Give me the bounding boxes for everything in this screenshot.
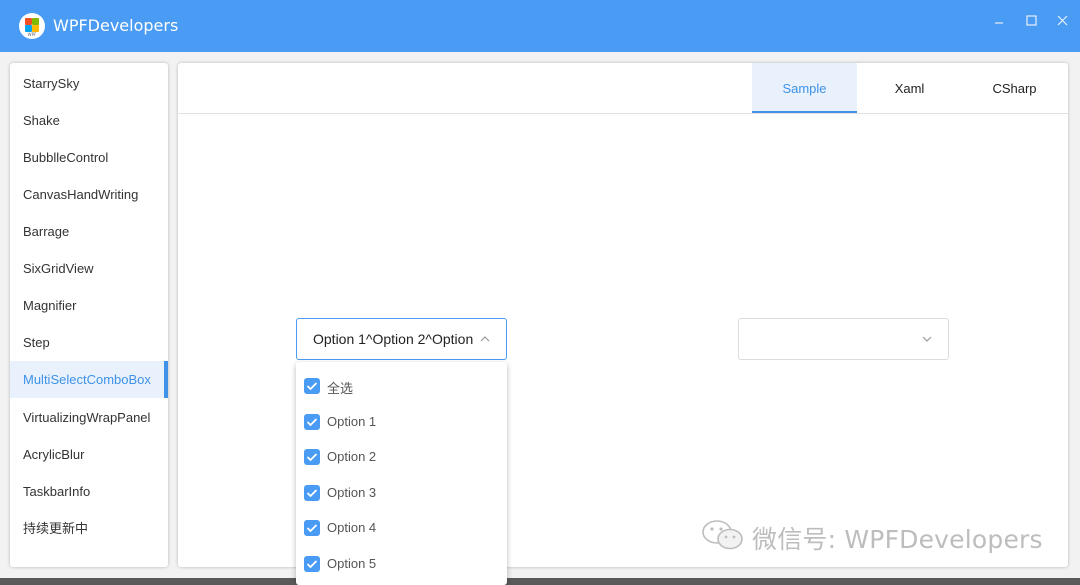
checkbox-checked-icon[interactable] xyxy=(304,485,320,501)
title-bar[interactable]: WPF WPFDevelopers xyxy=(0,0,1080,52)
option-3[interactable]: Option 3 xyxy=(296,476,507,511)
tab-xaml[interactable]: Xaml xyxy=(857,63,962,113)
sidebar-nav: StarrySky Shake BubblleControl CanvasHan… xyxy=(10,63,168,567)
app-logo-icon: WPF xyxy=(19,13,45,39)
option-label: Option 5 xyxy=(327,556,377,571)
tab-csharp[interactable]: CSharp xyxy=(962,63,1067,113)
watermark-text: 微信号: WPFDevelopers xyxy=(752,525,1043,554)
option-5[interactable]: Option 5 xyxy=(296,547,507,582)
option-label: Option 2 xyxy=(327,449,377,464)
app-window: WPF WPFDevelopers StarrySky Shake Bubbll… xyxy=(0,0,1080,578)
combobox-selected-text: Option 1^Option 2^Option 3^Option 4^Opti… xyxy=(313,331,475,347)
sidebar-item-updating[interactable]: 持续更新中 xyxy=(10,510,168,547)
sidebar-item-multiselectcombobox[interactable]: MultiSelectComboBox xyxy=(10,361,168,398)
checkbox-checked-icon[interactable] xyxy=(304,520,320,536)
sidebar-item-taskbarinfo[interactable]: TaskbarInfo xyxy=(10,473,168,510)
minimize-button[interactable] xyxy=(989,10,1011,32)
sidebar-item-virtualizingwrappanel[interactable]: VirtualizingWrapPanel xyxy=(10,399,168,436)
sidebar-item-canvashandwriting[interactable]: CanvasHandWriting xyxy=(10,176,168,213)
option-select-all[interactable]: 全选 xyxy=(296,369,507,404)
option-label: 全选 xyxy=(327,381,354,396)
wechat-icon xyxy=(702,520,743,550)
tab-sample[interactable]: Sample xyxy=(752,63,857,113)
option-label: Option 1 xyxy=(327,414,377,429)
chevron-up-icon xyxy=(480,336,490,342)
option-label: Option 4 xyxy=(327,520,377,535)
combobox-dropdown: 全选 Option 1 Option 2 Option 3 Option 4 O… xyxy=(296,362,507,585)
sidebar-item-sixgridview[interactable]: SixGridView xyxy=(10,250,168,287)
tab-divider xyxy=(178,113,1068,114)
option-label: Option 3 xyxy=(327,485,377,500)
sidebar-item-barrage[interactable]: Barrage xyxy=(10,213,168,250)
window-title: WPFDevelopers xyxy=(53,16,179,35)
minimize-icon xyxy=(995,22,1003,24)
option-4[interactable]: Option 4 xyxy=(296,511,507,546)
checkbox-checked-icon[interactable] xyxy=(304,414,320,430)
app-logo-text: WPF xyxy=(27,32,37,37)
maximize-button[interactable] xyxy=(1021,10,1043,32)
option-2[interactable]: Option 2 xyxy=(296,440,507,475)
taskbar-strip xyxy=(0,578,1080,585)
multi-select-combobox[interactable]: Option 1^Option 2^Option 3^Option 4^Opti… xyxy=(296,318,507,360)
checkbox-checked-icon[interactable] xyxy=(304,449,320,465)
close-button[interactable] xyxy=(1052,10,1074,32)
chevron-down-icon xyxy=(922,336,932,342)
multi-select-combobox-empty[interactable] xyxy=(738,318,949,360)
maximize-icon xyxy=(1026,15,1037,26)
close-icon xyxy=(1057,15,1068,26)
option-1[interactable]: Option 1 xyxy=(296,405,507,440)
checkbox-checked-icon[interactable] xyxy=(304,556,320,572)
sidebar-item-step[interactable]: Step xyxy=(10,324,168,361)
sidebar-item-acrylicblur[interactable]: AcrylicBlur xyxy=(10,436,168,473)
sidebar-item-shake[interactable]: Shake xyxy=(10,102,168,139)
sidebar-item-magnifier[interactable]: Magnifier xyxy=(10,287,168,324)
sidebar-item-bubblecontrol[interactable]: BubblleControl xyxy=(10,139,168,176)
sidebar-item-starrysky[interactable]: StarrySky xyxy=(10,65,168,102)
checkbox-checked-icon[interactable] xyxy=(304,378,320,394)
